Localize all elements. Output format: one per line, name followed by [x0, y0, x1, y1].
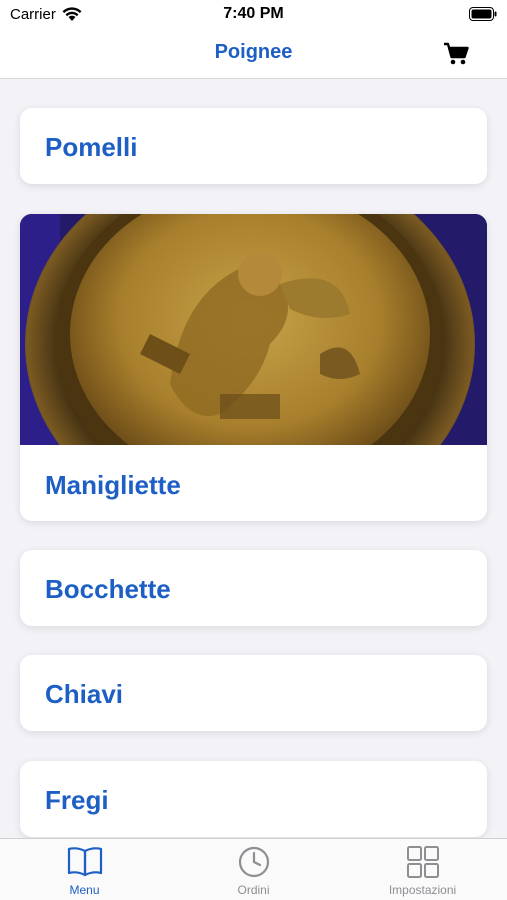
tab-impostazioni[interactable]: Impostazioni — [338, 839, 507, 900]
tab-label: Impostazioni — [388, 883, 457, 897]
category-label: Fregi — [45, 785, 109, 815]
category-card-fregi[interactable]: Fregi — [20, 761, 487, 837]
category-list[interactable]: Pomelli Manigliette Bocchette Chiavi Fre… — [0, 80, 507, 838]
category-image — [20, 214, 487, 445]
tab-menu[interactable]: Menu — [0, 839, 169, 900]
battery-icon — [469, 7, 497, 21]
status-time: 7:40 PM — [223, 5, 284, 22]
status-bar: Carrier 7:40 PM — [0, 0, 507, 30]
category-card-bocchette[interactable]: Bocchette — [20, 550, 487, 626]
navigation-bar: Poignee — [0, 30, 507, 79]
tab-bar: Menu Ordini Impostazioni — [0, 838, 507, 900]
category-card-chiavi[interactable]: Chiavi — [20, 655, 487, 731]
category-label: Chiavi — [45, 679, 124, 709]
tab-ordini[interactable]: Ordini — [169, 839, 338, 900]
clock-icon — [238, 846, 270, 878]
grid-icon — [407, 846, 439, 878]
category-card-pomelli[interactable]: Pomelli — [20, 108, 487, 184]
cart-icon[interactable] — [443, 42, 469, 66]
category-label: Pomelli — [45, 132, 138, 162]
category-label: Manigliette — [45, 470, 181, 500]
book-icon — [67, 847, 103, 877]
tab-label: Menu — [69, 883, 100, 897]
tab-label: Ordini — [237, 883, 270, 897]
page-title: Poignee — [214, 41, 293, 63]
category-card-manigliette[interactable]: Manigliette — [20, 214, 487, 521]
category-label: Bocchette — [45, 574, 171, 604]
